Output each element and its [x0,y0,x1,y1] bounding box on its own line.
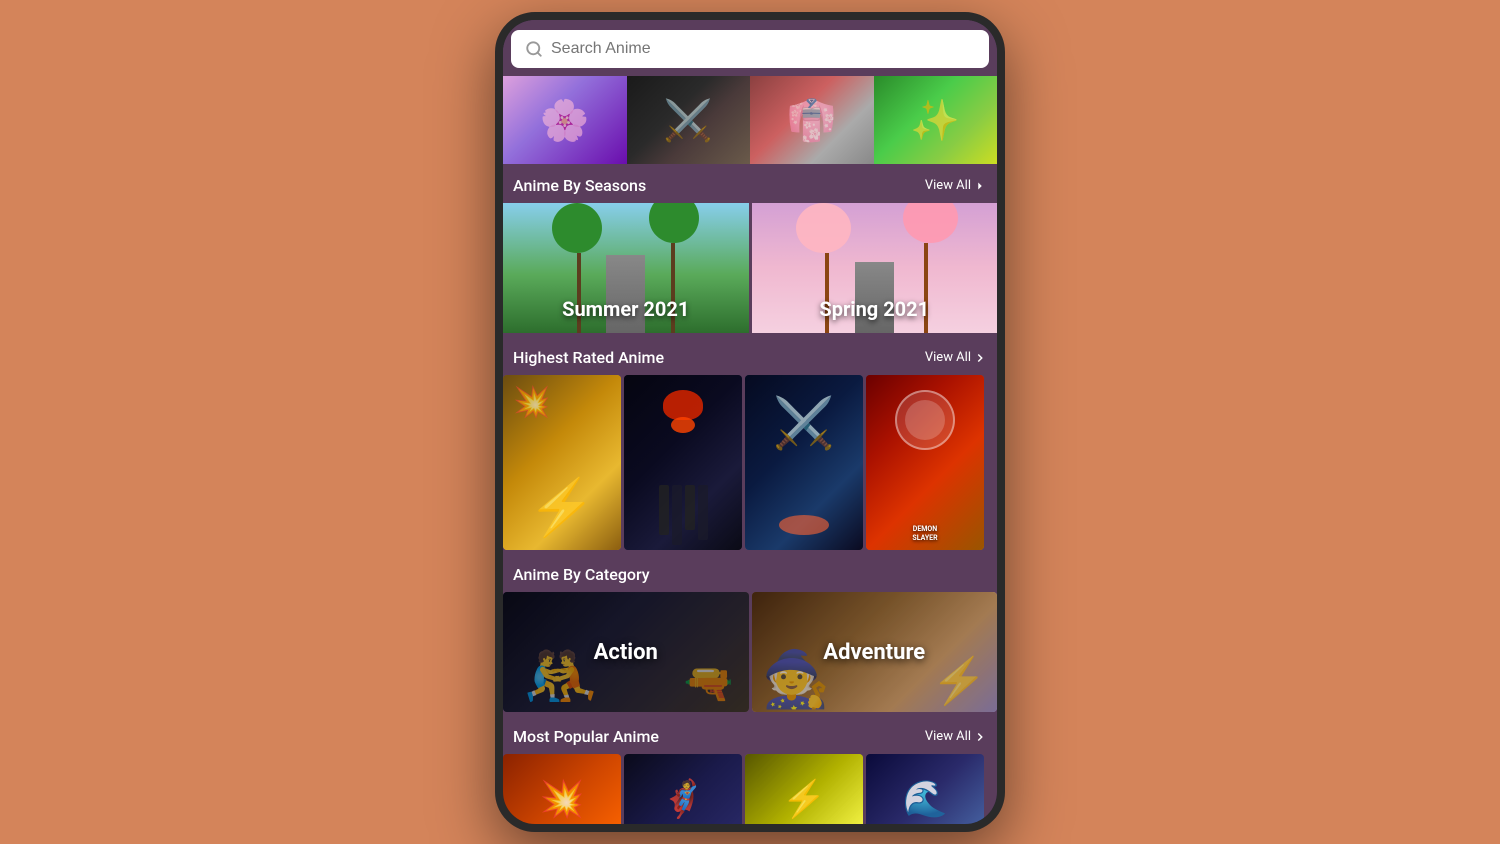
category-card-action[interactable]: 🤼 🔫 Action [503,592,749,712]
highest-rated-title: Highest Rated Anime [513,348,664,367]
phone-frame: 🌸 ⚔️ 👘 ✨ Anime By Seasons View All [495,12,1005,832]
popular-card-1[interactable]: 💥 [503,754,621,824]
search-bar-container [503,20,997,76]
top-banner: 🌸 ⚔️ 👘 ✨ [503,76,997,164]
popular-card-4[interactable]: 🌊 [866,754,984,824]
most-popular-row[interactable]: 💥 🦸 ⚡ 🌊 [503,754,997,824]
search-input[interactable] [551,40,975,58]
highest-rated-view-all[interactable]: View All [925,350,987,365]
anime-card-kny2[interactable]: ⚔️ [745,375,863,550]
popular-card-3[interactable]: ⚡ [745,754,863,824]
category-grid: 🤼 🔫 Action 🧙 ⚡ Adventure [503,592,997,715]
chevron-right-icon-2 [973,351,987,365]
season-card-summer[interactable]: Summer 2021 [503,203,749,333]
popular-card-2[interactable]: 🦸 [624,754,742,824]
seasons-view-all[interactable]: View All [925,178,987,193]
banner-item-2: ⚔️ [627,76,751,164]
category-label-action: Action [503,592,749,712]
seasons-grid: Summer 2021 Spring 2021 [503,203,997,336]
anime-card-kny[interactable] [624,375,742,550]
anime-card-ds[interactable]: DEMONSLAYER [866,375,984,550]
category-label-adventure: Adventure [752,592,998,712]
scroll-content: 🌸 ⚔️ 👘 ✨ Anime By Seasons View All [503,20,997,824]
anime-card-aot[interactable]: ⚡ 💥 [503,375,621,550]
seasons-section-header: Anime By Seasons View All [503,164,997,203]
season-label-summer: Summer 2021 [503,297,749,321]
seasons-title: Anime By Seasons [513,176,646,195]
chevron-right-icon [973,179,987,193]
season-label-spring: Spring 2021 [752,297,998,321]
highest-rated-section-header: Highest Rated Anime View All [503,336,997,375]
banner-item-3: 👘 [750,76,874,164]
search-bar[interactable] [511,30,989,68]
season-card-spring[interactable]: Spring 2021 [752,203,998,333]
category-section-header: Anime By Category [503,553,997,592]
search-icon [525,40,543,58]
screen[interactable]: 🌸 ⚔️ 👘 ✨ Anime By Seasons View All [503,20,997,824]
most-popular-section-header: Most Popular Anime View All [503,715,997,754]
most-popular-view-all[interactable]: View All [925,729,987,744]
chevron-right-icon-3 [973,730,987,744]
most-popular-title: Most Popular Anime [513,727,659,746]
highest-rated-row[interactable]: ⚡ 💥 [503,375,997,553]
banner-item-4: ✨ [874,76,998,164]
category-title: Anime By Category [513,565,650,584]
category-card-adventure[interactable]: 🧙 ⚡ Adventure [752,592,998,712]
banner-item-1: 🌸 [503,76,627,164]
